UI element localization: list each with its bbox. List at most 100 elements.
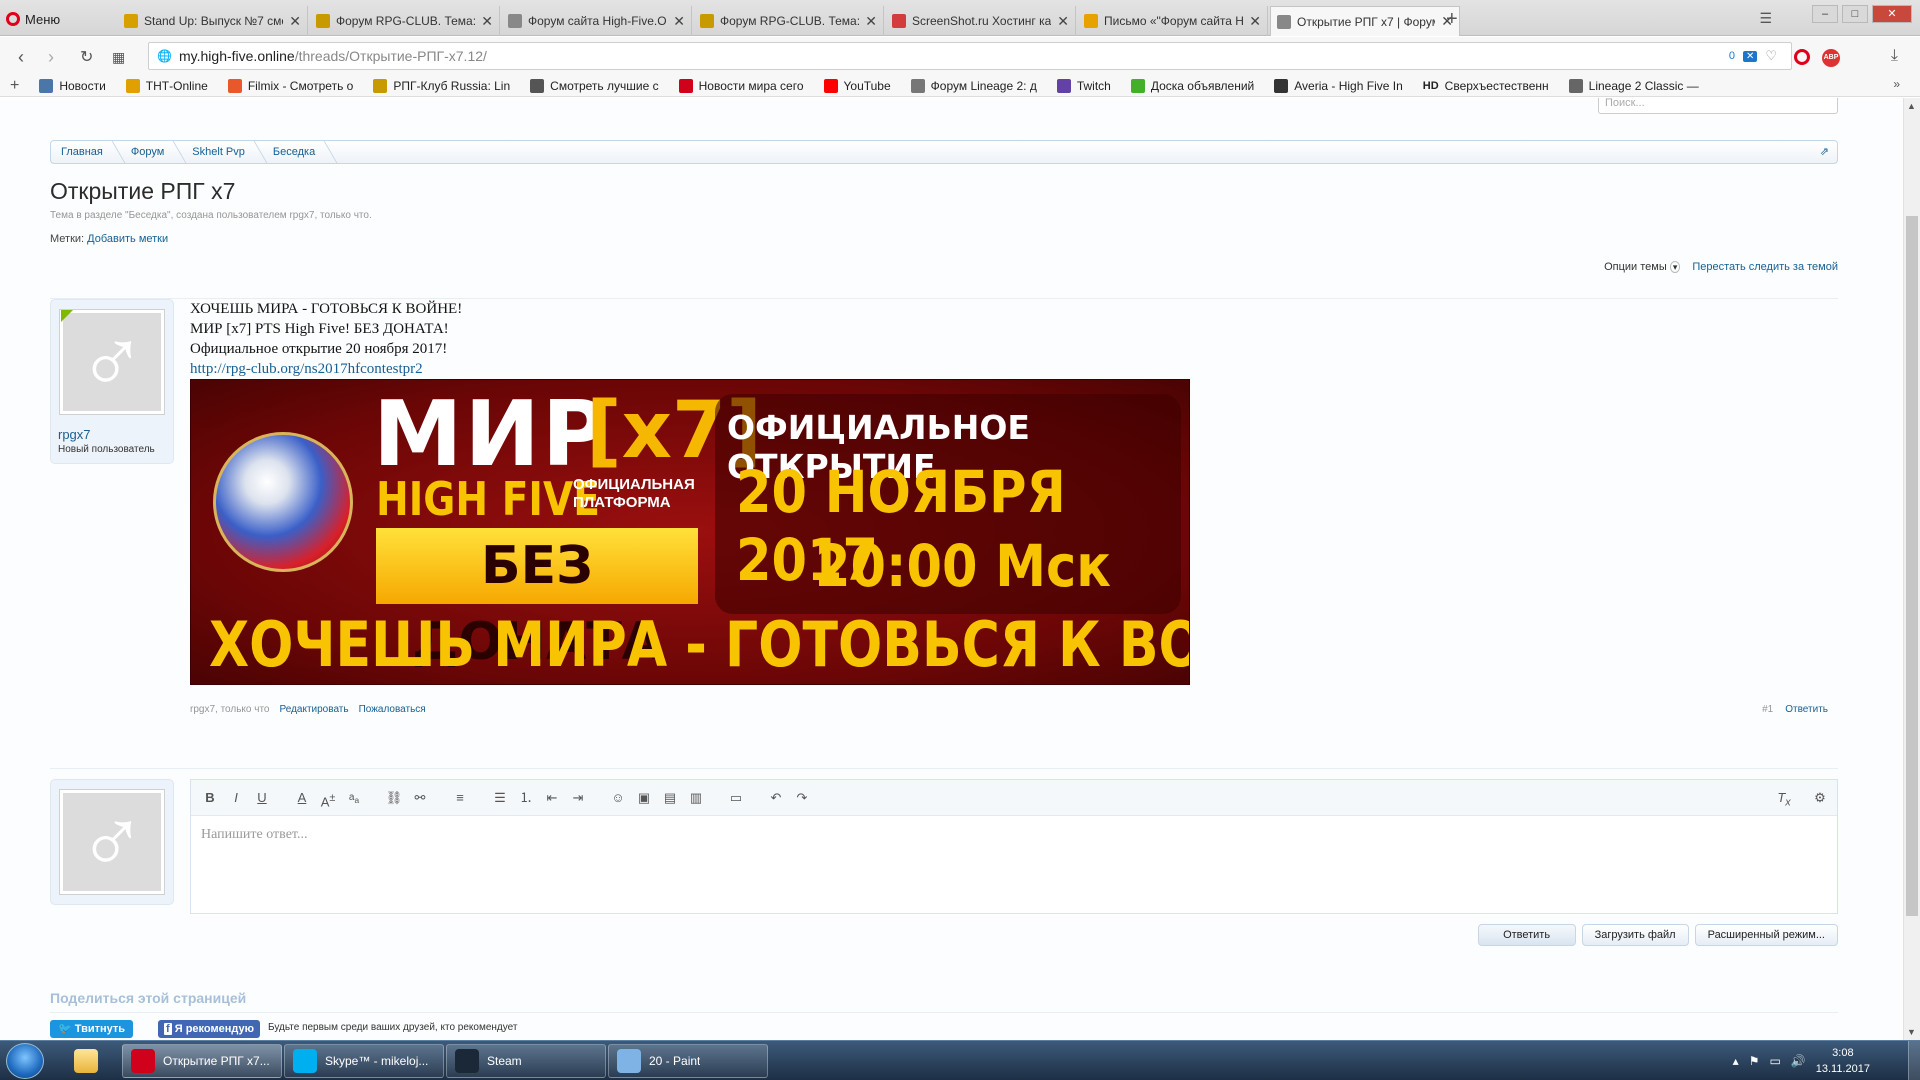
bookmark-item[interactable]: HD Сверхъестественн bbox=[1413, 75, 1559, 97]
crumb-besedka[interactable]: Беседка bbox=[263, 141, 333, 163]
bookmark-item[interactable]: ТНТ-Online bbox=[116, 75, 218, 97]
thread-options-menu[interactable]: Опции темы ▾ bbox=[1604, 261, 1681, 273]
back-icon[interactable]: ‹ bbox=[18, 47, 24, 68]
submit-reply-button[interactable]: Ответить bbox=[1477, 924, 1576, 946]
scroll-down-icon[interactable]: ▼ bbox=[1907, 1027, 1916, 1037]
opera-vpn-icon[interactable] bbox=[1794, 49, 1810, 65]
post-author-time[interactable]: rpgx7, только что bbox=[190, 704, 270, 715]
crumb-home[interactable]: Главная bbox=[51, 141, 121, 163]
bookmark-item[interactable]: Новости мира сего bbox=[669, 75, 814, 97]
tab-5[interactable]: ScreenShot.ru Хостинг кар ✕ bbox=[886, 6, 1076, 36]
bookmark-item[interactable]: Averia - High Five In bbox=[1264, 75, 1413, 97]
address-input[interactable]: 🌐 my.high-five.online/threads/Открытие-Р… bbox=[148, 42, 1792, 70]
post-number[interactable]: #1 bbox=[1762, 704, 1773, 715]
bookmark-item[interactable]: Twitch bbox=[1047, 75, 1121, 97]
page-scrollbar[interactable]: ▲ ▼ bbox=[1903, 98, 1920, 1040]
username-link[interactable]: rpgx7 bbox=[58, 427, 91, 442]
save-draft-icon[interactable]: ▭ bbox=[727, 789, 745, 807]
bookmark-item[interactable]: YouTube bbox=[814, 75, 901, 97]
smilie-icon[interactable]: ☺ bbox=[609, 789, 627, 807]
facebook-recommend-button[interactable]: f Я рекомендую bbox=[158, 1020, 260, 1038]
bookmark-item[interactable]: Новости bbox=[29, 75, 115, 97]
unwatch-thread-link[interactable]: Перестать следить за темой bbox=[1692, 261, 1838, 273]
scroll-up-icon[interactable]: ▲ bbox=[1907, 101, 1916, 111]
undo-icon[interactable]: ↶ bbox=[767, 789, 785, 807]
scrollbar-thumb[interactable] bbox=[1906, 216, 1918, 916]
unlink-icon[interactable]: ⚯ bbox=[411, 789, 429, 807]
close-tab-icon[interactable]: ✕ bbox=[481, 13, 493, 30]
adblock-plus-icon[interactable]: ABP bbox=[1822, 49, 1840, 67]
tab-6[interactable]: Письмо «"Форум сайта H ✕ bbox=[1078, 6, 1268, 36]
crumb-forum[interactable]: Форум bbox=[121, 141, 182, 163]
redo-icon[interactable]: ↷ bbox=[793, 789, 811, 807]
new-tab-button[interactable]: + bbox=[1446, 9, 1458, 29]
promo-banner-image[interactable]: МИР [x7] HIGH FIVE ОФИЦИАЛЬНАЯ ПЛАТФОРМА … bbox=[190, 379, 1190, 685]
link-icon[interactable]: ⛓ bbox=[385, 789, 403, 807]
opera-menu-button[interactable]: Меню bbox=[6, 8, 60, 30]
media-icon[interactable]: ▤ bbox=[661, 789, 679, 807]
adblock-shield-icon[interactable]: ✕ bbox=[1742, 50, 1758, 62]
minimize-button[interactable]: – bbox=[1812, 5, 1838, 23]
show-desktop-button[interactable] bbox=[1908, 1041, 1920, 1080]
avatar[interactable]: ♂ bbox=[59, 309, 165, 415]
add-bookmark-button[interactable]: + bbox=[0, 75, 29, 97]
taskbar-item[interactable]: 20 - Paint bbox=[608, 1044, 768, 1078]
bookmark-item[interactable]: Доска объявлений bbox=[1121, 75, 1264, 97]
bookmark-item[interactable]: РПГ-Клуб Russia: Lin bbox=[363, 75, 520, 97]
underline-icon[interactable]: U bbox=[253, 789, 271, 807]
image-icon[interactable]: ▣ bbox=[635, 789, 653, 807]
close-window-button[interactable]: ✕ bbox=[1872, 5, 1912, 23]
close-tab-icon[interactable]: ✕ bbox=[289, 13, 301, 30]
bookmark-item[interactable]: Смотреть лучшие с bbox=[520, 75, 668, 97]
reply-textarea[interactable]: Напишите ответ... bbox=[191, 816, 1837, 854]
outdent-icon[interactable]: ⇤ bbox=[543, 789, 561, 807]
remove-format-icon[interactable]: Tx bbox=[1775, 789, 1793, 809]
bold-icon[interactable]: B bbox=[201, 789, 219, 807]
bullet-list-icon[interactable]: ☰ bbox=[491, 789, 509, 807]
tab-3[interactable]: Форум сайта High-Five.O ✕ bbox=[502, 6, 692, 36]
start-button[interactable] bbox=[6, 1043, 44, 1079]
volume-icon[interactable]: 🔊 bbox=[1791, 1054, 1806, 1068]
toggle-bbcode-icon[interactable]: ⚙ bbox=[1811, 789, 1829, 807]
reply-post-link[interactable]: Ответить bbox=[1785, 704, 1828, 715]
add-tags-link[interactable]: Добавить метки bbox=[87, 233, 168, 245]
taskbar-item[interactable]: Открытие РПГ x7... bbox=[122, 1044, 282, 1078]
italic-icon[interactable]: I bbox=[227, 789, 245, 807]
advanced-mode-button[interactable]: Расширенный режим... bbox=[1694, 924, 1838, 946]
align-icon[interactable]: ≡ bbox=[451, 789, 469, 807]
bookmarks-overflow-icon[interactable]: » bbox=[1893, 77, 1900, 91]
taskbar-item[interactable]: Steam bbox=[446, 1044, 606, 1078]
bookmark-heart-icon[interactable]: ♡ bbox=[1765, 48, 1777, 64]
clock[interactable]: 3:08 13.11.2017 bbox=[1816, 1045, 1870, 1077]
font-size-icon[interactable]: A± bbox=[319, 789, 337, 809]
tab-4[interactable]: Форум RPG-CLUB. Тема: F ✕ bbox=[694, 6, 884, 36]
close-tab-icon[interactable]: ✕ bbox=[865, 13, 877, 30]
reload-icon[interactable]: ↻ bbox=[80, 47, 93, 67]
text-color-icon[interactable]: A bbox=[293, 789, 311, 807]
downloads-icon[interactable]: ⤓ bbox=[1891, 47, 1898, 65]
taskbar-item[interactable]: Skype™ - mikeloj... bbox=[284, 1044, 444, 1078]
bookmark-item[interactable]: Lineage 2 Classic — bbox=[1559, 75, 1709, 97]
edit-post-link[interactable]: Редактировать bbox=[280, 704, 349, 715]
indent-icon[interactable]: ⇥ bbox=[569, 789, 587, 807]
explorer-pinned[interactable] bbox=[66, 1044, 106, 1078]
speed-dial-icon[interactable]: ▦ bbox=[112, 49, 125, 66]
numbered-list-icon[interactable]: ⒈ bbox=[517, 789, 535, 807]
crumb-skhelt-pvp[interactable]: Skhelt Pvp bbox=[182, 141, 263, 163]
close-tab-icon[interactable]: ✕ bbox=[673, 13, 685, 30]
search-input[interactable]: Поиск... bbox=[1598, 98, 1838, 114]
forward-icon[interactable]: › bbox=[48, 47, 54, 68]
font-family-icon[interactable]: aa bbox=[345, 789, 363, 807]
close-tab-icon[interactable]: ✕ bbox=[1249, 13, 1261, 30]
upload-file-button[interactable]: Загрузить файл bbox=[1581, 924, 1689, 946]
close-tab-icon[interactable]: ✕ bbox=[1057, 13, 1069, 30]
site-info-icon[interactable]: 🌐 bbox=[157, 49, 172, 63]
bookmark-item[interactable]: Форум Lineage 2: д bbox=[901, 75, 1047, 97]
tab-7[interactable]: Открытие РПГ x7 | Форум ✕ bbox=[1270, 6, 1460, 36]
maximize-button[interactable]: □ bbox=[1842, 5, 1868, 23]
post-link[interactable]: http://rpg-club.org/ns2017hfcontestpr2 bbox=[190, 361, 423, 377]
tweet-button[interactable]: 🐦 Твитнуть bbox=[50, 1020, 134, 1038]
report-post-link[interactable]: Пожаловаться bbox=[359, 704, 426, 715]
bookmark-item[interactable]: Filmix - Смотреть о bbox=[218, 75, 364, 97]
tab-2[interactable]: Форум RPG-CLUB. Тема: H ✕ bbox=[310, 6, 500, 36]
